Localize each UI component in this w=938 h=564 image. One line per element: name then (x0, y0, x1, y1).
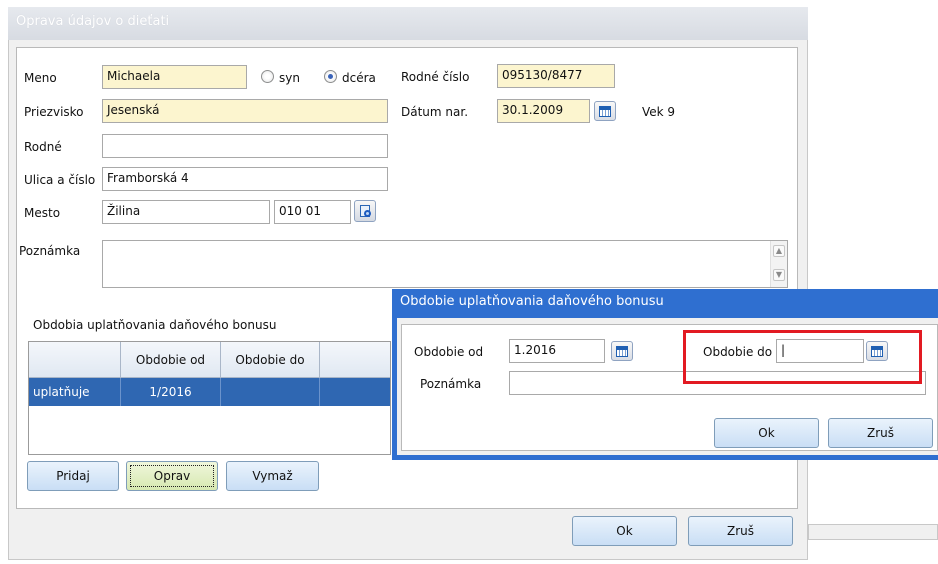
calendar-icon (599, 106, 611, 117)
radio-syn[interactable] (261, 70, 274, 83)
label-mesto: Mesto (24, 206, 61, 220)
grid-cell-do[interactable] (221, 378, 320, 406)
label-rodne-cislo: Rodné číslo (401, 70, 470, 84)
obdobie-od-field[interactable]: 1.2016 (509, 339, 605, 363)
bonus-grid[interactable]: Obdobie od Obdobie do uplatňuje 1/2016 (28, 341, 391, 455)
ulica-field[interactable]: Framborská 4 (102, 167, 388, 191)
label-poznamka: Poznámka (19, 244, 81, 258)
grid-header-status[interactable] (29, 342, 121, 378)
datum-nar-field[interactable]: 30.1.2009 (497, 99, 590, 123)
city-lookup-button[interactable] (354, 200, 376, 222)
label-dcera: dcéra (342, 71, 376, 85)
bonus-section-title: Obdobia uplatňovania daňového bonusu (33, 318, 277, 332)
obdobie-od-calendar-button[interactable] (611, 341, 633, 361)
rodne-field[interactable] (102, 134, 388, 158)
dialog-ok-button[interactable]: Ok (714, 418, 819, 448)
grid-cell-od[interactable]: 1/2016 (121, 378, 221, 406)
age-label: Vek 9 (642, 105, 676, 119)
background-window-strip (808, 524, 938, 540)
grid-cell-status[interactable]: uplatňuje (29, 378, 121, 406)
mesto-field[interactable]: Žilina (102, 200, 270, 224)
label-dialog-poznamka: Poznámka (420, 377, 482, 391)
calendar-icon (616, 346, 628, 357)
poznamka-scrollbar[interactable]: ▲ ▼ (770, 241, 787, 287)
grid-header-od[interactable]: Obdobie od (121, 342, 221, 378)
grid-cell-empty[interactable] (320, 378, 390, 406)
label-meno: Meno (24, 71, 57, 85)
poznamka-textarea[interactable] (102, 240, 788, 288)
add-button[interactable]: Pridaj (27, 461, 119, 491)
datum-nar-calendar-button[interactable] (594, 101, 616, 121)
psc-field[interactable]: 010 01 (274, 200, 351, 224)
magnifier-icon (364, 210, 371, 217)
scroll-up-icon[interactable]: ▲ (773, 245, 785, 257)
period-dialog-title: Obdobie uplatňovania daňového bonusu (400, 294, 664, 309)
grid-header-do[interactable]: Obdobie do (221, 342, 320, 378)
highlight-frame (683, 330, 922, 384)
label-obdobie-od: Obdobie od (414, 345, 484, 359)
scroll-down-icon[interactable]: ▼ (773, 269, 785, 281)
rodne-cislo-field[interactable]: 095130/8477 (497, 64, 615, 88)
dialog-cancel-button[interactable]: Zruš (828, 418, 933, 448)
main-ok-button[interactable]: Ok (572, 516, 677, 546)
priezvisko-field[interactable]: Jesenská (102, 99, 388, 123)
edit-button[interactable]: Oprav (126, 461, 218, 491)
label-ulica: Ulica a číslo (24, 173, 96, 187)
label-datum-nar: Dátum nar. (401, 105, 469, 119)
main-cancel-button[interactable]: Zruš (688, 516, 793, 546)
main-window-title: Oprava údajov o dieťati (16, 14, 170, 29)
label-syn: syn (279, 71, 300, 85)
grid-header-empty (320, 342, 390, 378)
delete-button[interactable]: Vymaž (226, 461, 319, 491)
meno-field[interactable]: Michaela (102, 65, 247, 89)
label-rodne: Rodné (24, 140, 62, 154)
radio-dcera[interactable] (324, 70, 337, 83)
label-priezvisko: Priezvisko (24, 105, 84, 119)
